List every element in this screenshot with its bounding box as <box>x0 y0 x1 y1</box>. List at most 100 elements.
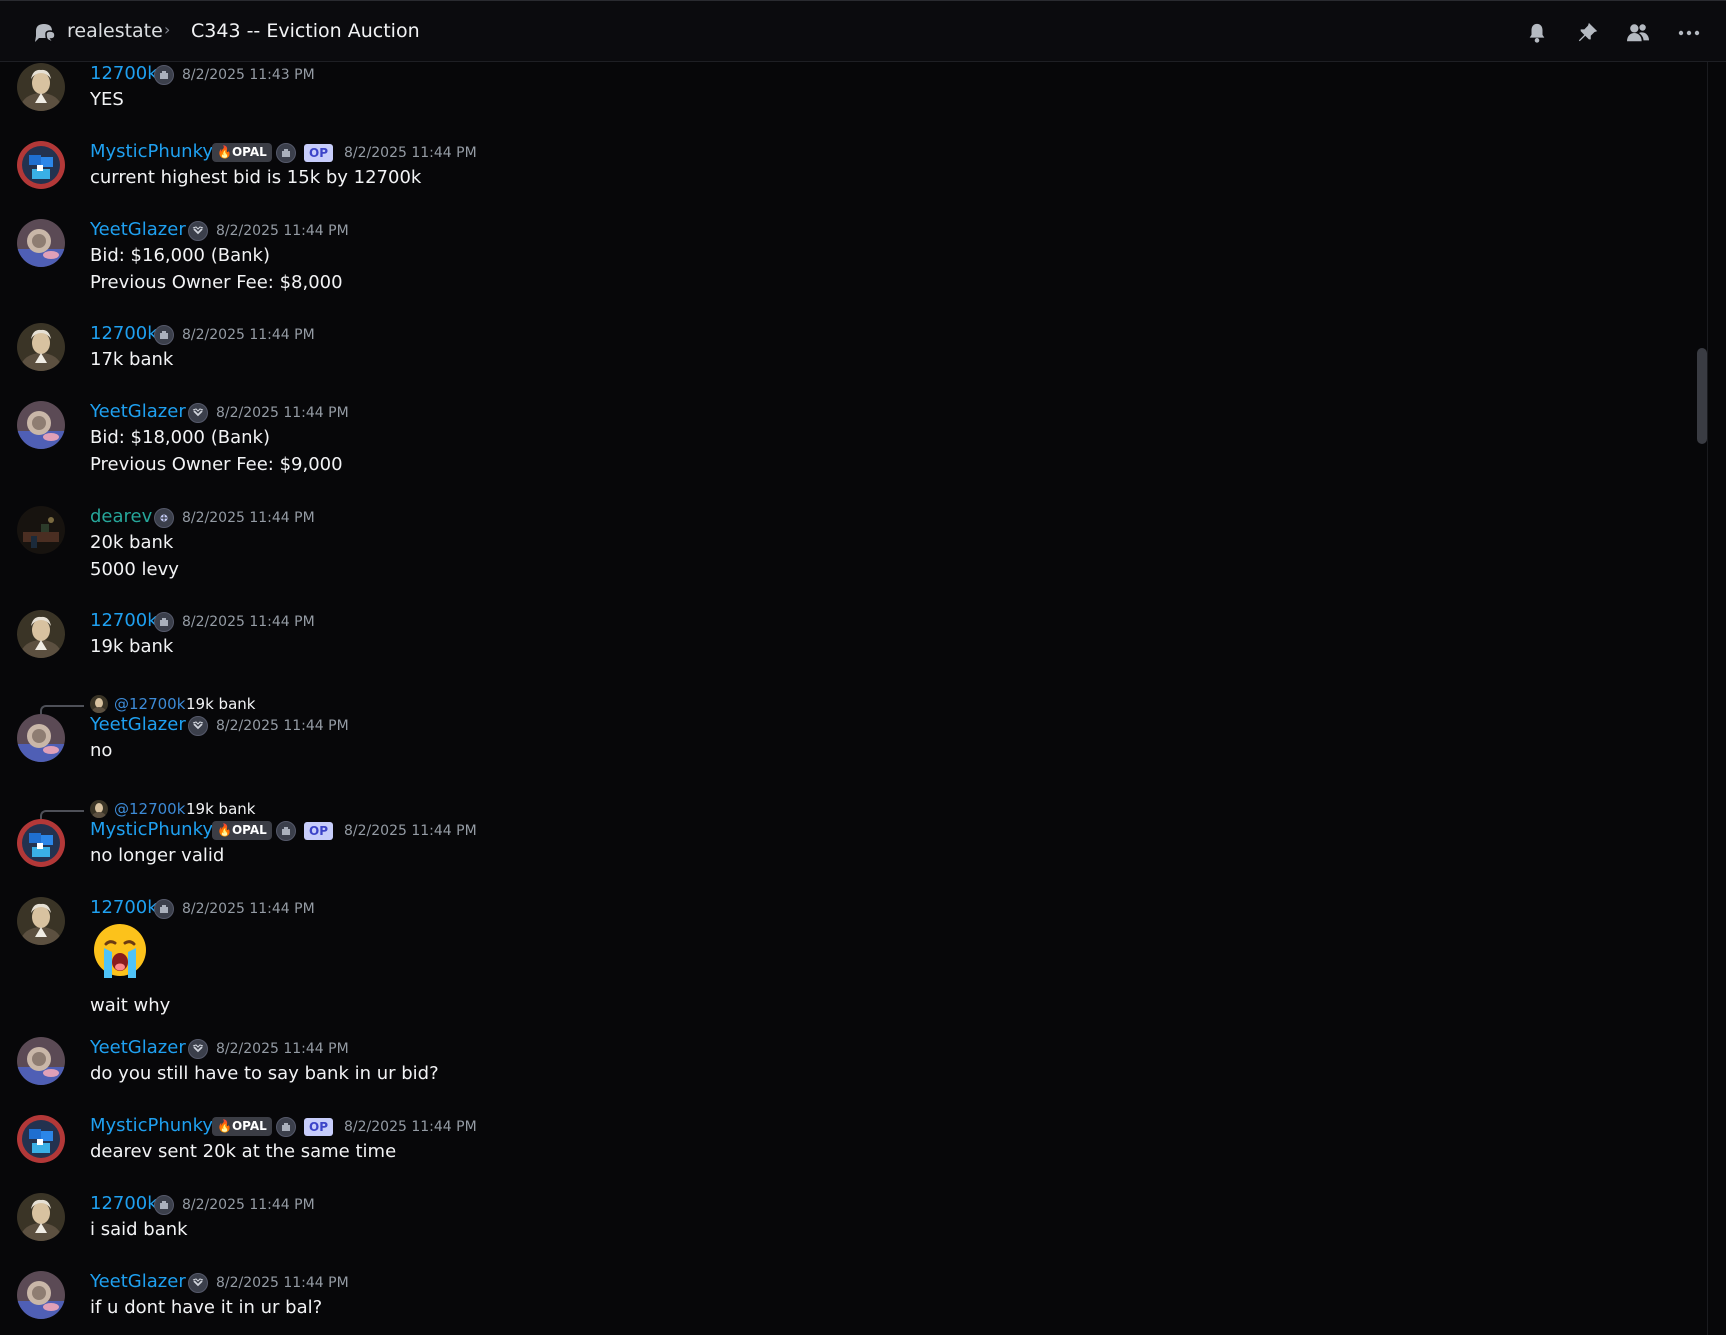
avatar[interactable] <box>17 897 65 945</box>
timestamp[interactable]: 8/2/2025 11:44 PM <box>182 1197 315 1213</box>
avatar[interactable] <box>17 1115 65 1163</box>
timestamp[interactable]: 8/2/2025 11:44 PM <box>216 1275 349 1291</box>
timestamp[interactable]: 8/2/2025 11:43 PM <box>182 67 315 83</box>
avatar[interactable] <box>17 141 65 189</box>
username[interactable]: 12700k <box>90 897 158 918</box>
scrollbar-track[interactable] <box>1707 62 1708 1335</box>
username[interactable]: 12700k <box>90 610 158 631</box>
reply-avatar <box>90 800 108 818</box>
message-text: no <box>90 740 113 761</box>
timestamp[interactable]: 8/2/2025 11:44 PM <box>344 823 477 839</box>
role-badge-icon[interactable] <box>188 221 208 241</box>
message-text: dearev sent 20k at the same time <box>90 1141 397 1162</box>
avatar[interactable] <box>17 506 65 554</box>
username[interactable]: YeetGlazer <box>90 714 186 735</box>
message-text: Bid: $18,000 (Bank) <box>90 427 270 448</box>
message-text: no longer valid <box>90 845 225 866</box>
op-tag: OP <box>304 144 333 162</box>
username[interactable]: MysticPhunky <box>90 1115 213 1136</box>
opal-tag-label: OPAL <box>231 145 267 159</box>
timestamp[interactable]: 8/2/2025 11:44 PM <box>216 718 349 734</box>
username[interactable]: YeetGlazer <box>90 1271 186 1292</box>
reply-mention[interactable]: @12700k <box>114 800 185 818</box>
message-text: Bid: $16,000 (Bank) <box>90 245 270 266</box>
server-name[interactable]: realestate <box>67 20 163 42</box>
avatar[interactable] <box>17 1271 65 1319</box>
role-badge-icon[interactable] <box>188 1273 208 1293</box>
opal-tag-label: OPAL <box>231 823 267 837</box>
bell-icon[interactable] <box>1525 21 1549 45</box>
username[interactable]: 12700k <box>90 323 158 344</box>
role-badge-icon[interactable] <box>154 612 174 632</box>
message-text: 17k bank <box>90 349 174 370</box>
username[interactable]: MysticPhunky <box>90 141 213 162</box>
timestamp[interactable]: 8/2/2025 11:44 PM <box>182 327 315 343</box>
message-text: i said bank <box>90 1219 188 1240</box>
flame-icon: 🔥 <box>217 1119 232 1133</box>
message-text: wait why <box>90 995 171 1016</box>
scrollbar-thumb[interactable] <box>1697 348 1707 444</box>
thread-icon <box>35 24 56 44</box>
message-text: 19k bank <box>90 636 174 657</box>
message-text: do you still have to say bank in ur bid? <box>90 1063 439 1084</box>
role-badge-icon[interactable] <box>154 899 174 919</box>
username[interactable]: YeetGlazer <box>90 1037 186 1058</box>
more-icon[interactable] <box>1677 21 1701 45</box>
opal-tag[interactable]: 🔥OPAL <box>212 143 272 162</box>
flame-icon: 🔥 <box>217 145 232 159</box>
role-badge-icon[interactable] <box>276 821 296 841</box>
message-text: 5000 levy <box>90 559 179 580</box>
username[interactable]: MysticPhunky <box>90 819 213 840</box>
opal-tag-label: OPAL <box>231 1119 267 1133</box>
timestamp[interactable]: 8/2/2025 11:44 PM <box>344 1119 477 1135</box>
reply-avatar <box>90 695 108 713</box>
role-badge-icon[interactable] <box>188 403 208 423</box>
breadcrumb-separator: › <box>164 20 171 39</box>
timestamp[interactable]: 8/2/2025 11:44 PM <box>344 145 477 161</box>
username[interactable]: YeetGlazer <box>90 401 186 422</box>
role-badge-icon[interactable] <box>154 65 174 85</box>
avatar[interactable] <box>17 401 65 449</box>
message-text: YES <box>90 89 124 110</box>
role-badge-icon[interactable] <box>154 508 174 528</box>
avatar[interactable] <box>17 610 65 658</box>
timestamp[interactable]: 8/2/2025 11:44 PM <box>216 223 349 239</box>
timestamp[interactable]: 8/2/2025 11:44 PM <box>182 510 315 526</box>
username[interactable]: YeetGlazer <box>90 219 186 240</box>
role-badge-icon[interactable] <box>154 1195 174 1215</box>
avatar[interactable] <box>17 1193 65 1241</box>
avatar[interactable] <box>17 819 65 867</box>
avatar[interactable] <box>17 219 65 267</box>
loudly-crying-face-icon <box>90 922 150 982</box>
timestamp[interactable]: 8/2/2025 11:44 PM <box>182 901 315 917</box>
message-text: 20k bank <box>90 532 174 553</box>
avatar[interactable] <box>17 63 65 111</box>
username[interactable]: 12700k <box>90 1193 158 1214</box>
message-text: Previous Owner Fee: $9,000 <box>90 454 343 475</box>
message-text: if u dont have it in ur bal? <box>90 1297 323 1318</box>
members-icon[interactable] <box>1626 21 1650 45</box>
opal-tag[interactable]: 🔥OPAL <box>212 1117 272 1136</box>
thread-header: realestate › C343 -- Eviction Auction <box>0 0 1726 62</box>
timestamp[interactable]: 8/2/2025 11:44 PM <box>216 1041 349 1057</box>
thread-title: C343 -- Eviction Auction <box>191 20 420 42</box>
message-text: current highest bid is 15k by 12700k <box>90 167 422 188</box>
avatar[interactable] <box>17 714 65 762</box>
role-badge-icon[interactable] <box>276 1117 296 1137</box>
opal-tag[interactable]: 🔥OPAL <box>212 821 272 840</box>
username[interactable]: dearev <box>90 506 152 527</box>
role-badge-icon[interactable] <box>154 325 174 345</box>
pin-icon[interactable] <box>1576 21 1600 45</box>
avatar[interactable] <box>17 323 65 371</box>
username[interactable]: 12700k <box>90 63 158 84</box>
timestamp[interactable]: 8/2/2025 11:44 PM <box>216 405 349 421</box>
role-badge-icon[interactable] <box>188 1039 208 1059</box>
timestamp[interactable]: 8/2/2025 11:44 PM <box>182 614 315 630</box>
op-tag: OP <box>304 822 333 840</box>
role-badge-icon[interactable] <box>276 143 296 163</box>
avatar[interactable] <box>17 1037 65 1085</box>
op-tag: OP <box>304 1118 333 1136</box>
reply-mention[interactable]: @12700k <box>114 695 185 713</box>
role-badge-icon[interactable] <box>188 716 208 736</box>
reply-text: 19k bank <box>186 695 256 713</box>
